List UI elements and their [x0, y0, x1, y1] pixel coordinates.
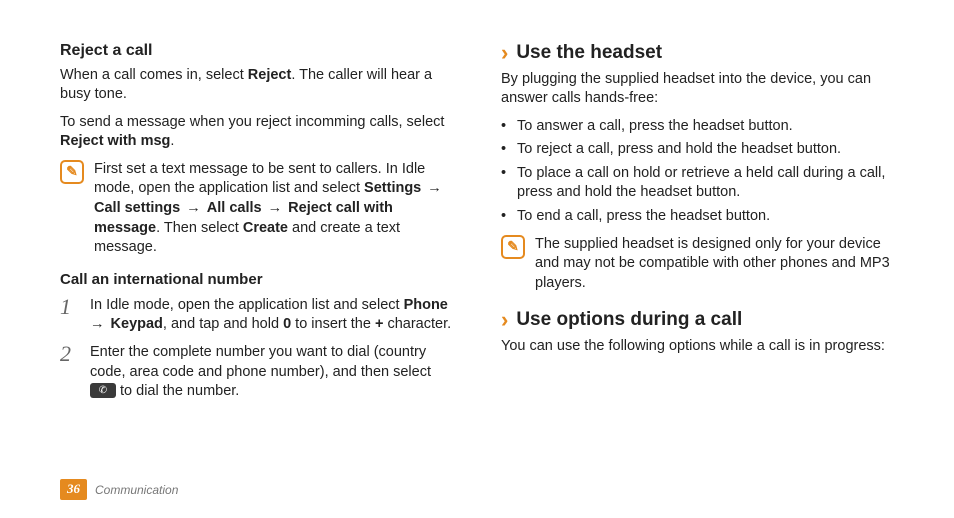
text-bold: All calls — [207, 200, 262, 216]
heading-text: Use options during a call — [516, 307, 742, 333]
arrow: → — [180, 200, 207, 216]
note-block-1: ✎ First set a text message to be sent to… — [60, 160, 453, 258]
reject-para-2: To send a message when you reject incomm… — [60, 113, 453, 152]
left-column: Reject a call When a call comes in, sele… — [60, 40, 453, 410]
text-bold: Reject — [248, 67, 292, 83]
list-item: To reject a call, press and hold the hea… — [501, 140, 894, 160]
arrow: → — [421, 180, 444, 196]
note-body: First set a text message to be sent to c… — [94, 160, 453, 258]
options-intro: You can use the following options while … — [501, 337, 894, 357]
heading-use-headset: › Use the headset — [501, 40, 894, 66]
arrow: → — [262, 200, 289, 216]
text: , and tap and hold — [163, 316, 283, 332]
list-item: To place a call on hold or retrieve a he… — [501, 164, 894, 203]
text: . — [170, 133, 174, 149]
heading-use-options: › Use options during a call — [501, 307, 894, 333]
note-block-2: ✎ The supplied headset is designed only … — [501, 235, 894, 294]
text-bold: Settings — [364, 180, 421, 196]
headset-intro: By plugging the supplied headset into th… — [501, 70, 894, 109]
text-bold: Create — [243, 220, 288, 236]
list-item: To end a call, press the headset button. — [501, 207, 894, 227]
text: In Idle mode, open the application list … — [90, 297, 404, 313]
dial-icon: ✆ — [90, 383, 116, 398]
text: Enter the complete number you want to di… — [90, 344, 431, 380]
text: To end a call, press the headset button. — [517, 207, 770, 227]
step-body: Enter the complete number you want to di… — [90, 343, 453, 402]
text: . Then select — [156, 220, 243, 236]
heading-text: Use the headset — [516, 40, 662, 66]
page-columns: Reject a call When a call comes in, sele… — [60, 40, 894, 410]
text: To answer a call, press the headset butt… — [517, 117, 793, 137]
reject-para-1: When a call comes in, select Reject. The… — [60, 66, 453, 105]
chevron-icon: › — [501, 309, 508, 331]
text: To reject a call, press and hold the hea… — [517, 140, 841, 160]
steps-list: 1 In Idle mode, open the application lis… — [60, 296, 453, 402]
text-bold: Phone — [404, 297, 448, 313]
text: to insert the — [291, 316, 375, 332]
note-icon: ✎ — [60, 160, 84, 184]
headset-bullets: To answer a call, press the headset butt… — [501, 117, 894, 227]
text: character. — [383, 316, 451, 332]
note-icon: ✎ — [501, 235, 525, 259]
text: When a call comes in, select — [60, 67, 248, 83]
step-2: 2 Enter the complete number you want to … — [60, 343, 453, 402]
chevron-icon: › — [501, 42, 508, 64]
heading-reject-call: Reject a call — [60, 40, 453, 62]
text-bold: Reject with msg — [60, 133, 170, 149]
list-item: To answer a call, press the headset butt… — [501, 117, 894, 137]
step-number: 2 — [60, 343, 80, 402]
step-number: 1 — [60, 296, 80, 335]
text: to dial the number. — [116, 383, 239, 399]
text-bold: Keypad — [111, 316, 163, 332]
step-1: 1 In Idle mode, open the application lis… — [60, 296, 453, 335]
text-bold: 0 — [283, 316, 291, 332]
heading-international: Call an international number — [60, 270, 453, 290]
step-body: In Idle mode, open the application list … — [90, 296, 453, 335]
text: To send a message when you reject incomm… — [60, 114, 444, 130]
page-footer: 36 Communication — [60, 479, 178, 500]
page-number: 36 — [60, 479, 87, 500]
note-body: The supplied headset is designed only fo… — [535, 235, 894, 294]
right-column: › Use the headset By plugging the suppli… — [501, 40, 894, 410]
footer-section: Communication — [95, 482, 178, 498]
text-bold: Call settings — [94, 200, 180, 216]
text: To place a call on hold or retrieve a he… — [517, 164, 894, 203]
